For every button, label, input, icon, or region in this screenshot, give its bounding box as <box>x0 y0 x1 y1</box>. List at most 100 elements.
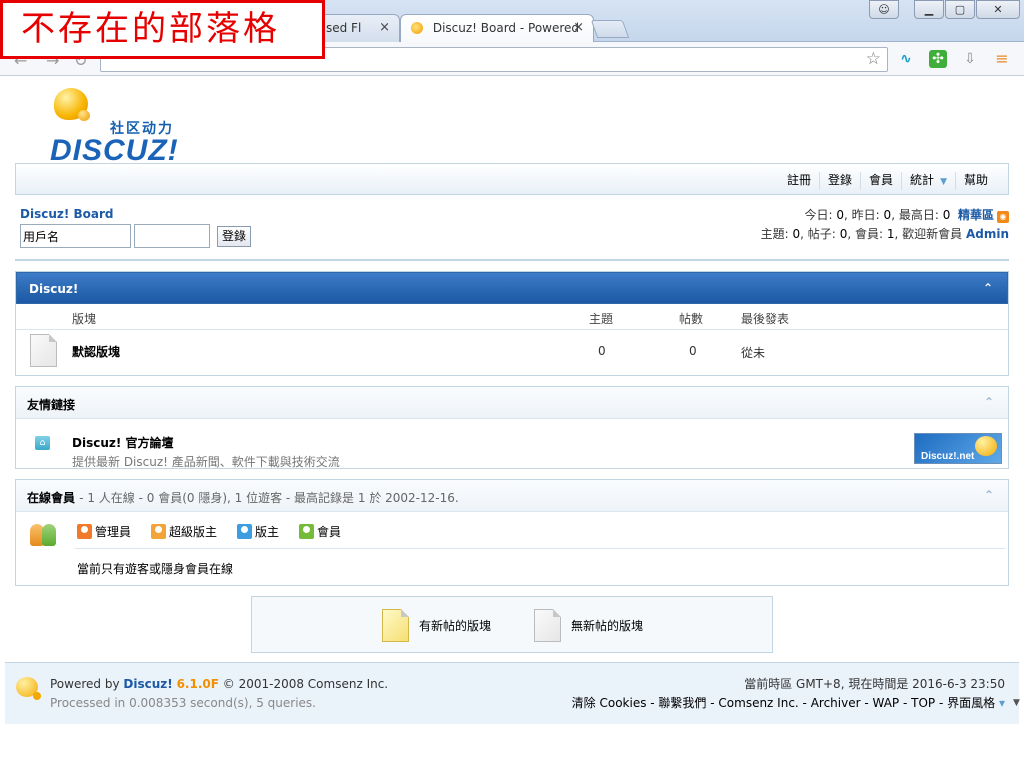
category-header: Discuz! ⌃ <box>16 272 1008 304</box>
discuz-logo[interactable]: 社区动力 DISCUZ! <box>50 86 210 167</box>
partner-badge-text: Discuz!.net <box>921 451 975 462</box>
divider <box>75 548 1005 549</box>
top-link[interactable]: TOP <box>911 696 935 710</box>
col-posts: 帖數 <box>679 312 704 326</box>
forum-category-table: Discuz! ⌃ 版塊 主題 帖數 最後發表 默認版塊 0 0 從未 <box>15 271 1009 376</box>
menu-help[interactable]: 幫助 <box>954 172 996 190</box>
login-button[interactable]: 登錄 <box>217 225 252 247</box>
digest-link[interactable]: 精華區 <box>958 208 994 222</box>
menu-stats[interactable]: 統計 ▼ <box>901 172 955 190</box>
close-icon[interactable]: × <box>573 20 584 35</box>
discuz-favicon-icon <box>411 22 423 34</box>
window-close-icon[interactable]: ✕ <box>976 0 1020 19</box>
legend-label: 管理員 <box>95 525 132 539</box>
menu-members[interactable]: 會員 <box>860 172 901 190</box>
legend-label: 超級版主 <box>169 525 218 539</box>
welcome-label: , 歡迎新會員 <box>894 227 963 241</box>
menu-register[interactable]: 註冊 <box>779 172 819 190</box>
logo-bubble-icon <box>975 436 997 456</box>
new-posts-icon <box>382 609 409 642</box>
forum-topics: 0 <box>598 344 606 358</box>
style-switch-link[interactable]: 界面風格 <box>947 696 995 710</box>
board-stats: 今日: 0, 昨日: 0, 最高日: 0 精華區 ◉ 主題: 0, 帖子: 0, … <box>761 206 1009 244</box>
collapse-icon[interactable]: ⌃ <box>983 281 993 295</box>
chevron-down-icon: ▼ <box>940 177 947 187</box>
new-tab-button[interactable] <box>590 20 630 38</box>
partner-logo-badge[interactable]: Discuz!.net <box>914 433 1002 464</box>
download-icon[interactable]: ⇩ <box>961 50 979 68</box>
rss-icon[interactable]: ◉ <box>997 211 1009 223</box>
no-new-posts-icon <box>30 334 57 367</box>
friend-links-title: 友情鏈接 <box>27 398 76 412</box>
legend-no-new-posts-label: 無新帖的版塊 <box>571 619 644 633</box>
online-message: 當前只有遊客或隱身會員在線 <box>77 562 234 576</box>
online-title[interactable]: 在線會員 <box>27 491 75 505</box>
copyright: © 2001-2008 Comsenz Inc. <box>222 677 389 691</box>
menu-login[interactable]: 登錄 <box>819 172 860 190</box>
browser-tab-active[interactable]: Discuz! Board - Powered × <box>400 14 594 43</box>
stats-line-totals: 主題: 0, 帖子: 0, 會員: 1, 歡迎新會員 Admin <box>761 225 1009 244</box>
forum-link[interactable]: 默認版塊 <box>72 343 120 360</box>
powered-prefix: Powered by <box>50 677 120 691</box>
category-title[interactable]: Discuz! <box>29 282 78 296</box>
home-icon: ⌂ <box>35 436 50 450</box>
today-label: 今日: <box>804 208 833 222</box>
menu-icon[interactable]: ≡ <box>993 50 1011 68</box>
friend-link-description: 提供最新 Discuz! 產品新聞、軟件下載與技術交流 <box>72 455 340 469</box>
window-controls: ☺ ▁ ▢ ✕ <box>868 0 1020 20</box>
overlay-label: 不存在的部落格 <box>0 0 325 59</box>
contact-link[interactable]: 聯繫我們 <box>658 696 706 710</box>
legend-member: 會員 <box>299 523 341 540</box>
wap-link[interactable]: WAP <box>873 696 900 710</box>
processed-info: Processed in 0.008353 second(s), 5 queri… <box>50 696 316 710</box>
legend-admin: 管理員 <box>77 523 131 540</box>
posts-label: , 帖子: <box>800 227 836 241</box>
close-icon[interactable]: × <box>379 20 390 35</box>
chevron-down-icon[interactable]: ▾ <box>999 696 1005 710</box>
scrollbar-down-icon[interactable]: ▼ <box>1009 698 1024 716</box>
legend-moderator: 版主 <box>237 523 279 540</box>
powered-by: Powered by Discuz! 6.1.0F © 2001-2008 Co… <box>50 677 388 691</box>
online-members-section: 在線會員 - 1 人在線 - 0 會員(0 隱身), 1 位遊客 - 最高記錄是… <box>15 479 1009 586</box>
password-input[interactable] <box>134 224 210 248</box>
username-input[interactable] <box>20 224 131 248</box>
col-last-post: 最後發表 <box>741 312 790 326</box>
version-link[interactable]: 6.1.0F <box>177 677 219 691</box>
max-count: 0 <box>942 208 951 222</box>
yesterday-label: , 昨日: <box>844 208 880 222</box>
friend-links-section: 友情鏈接 ⌃ ⌂ Discuz! 官方論壇 提供最新 Discuz! 產品新聞、… <box>15 386 1009 469</box>
member-legend: 管理員 超級版主 版主 會員 <box>77 523 361 540</box>
discuz-brand-link[interactable]: Discuz! <box>123 677 172 691</box>
legend-new-posts: 有新帖的版塊 <box>382 609 491 642</box>
online-header: 在線會員 - 1 人在線 - 0 會員(0 隱身), 1 位遊客 - 最高記錄是… <box>16 480 1008 512</box>
comsenz-link[interactable]: Comsenz Inc. <box>718 696 798 710</box>
login-form: Discuz! Board 登錄 <box>20 207 252 248</box>
archiver-link[interactable]: Archiver <box>811 696 861 710</box>
legend-no-new-posts: 無新帖的版塊 <box>534 609 643 642</box>
newest-member-link[interactable]: Admin <box>966 227 1009 241</box>
maximize-icon[interactable]: ▢ <box>945 0 975 19</box>
bookmark-star-icon[interactable]: ☆ <box>866 49 881 69</box>
legend-label: 會員 <box>317 525 342 539</box>
no-new-posts-icon <box>534 609 561 642</box>
top-menu: 註冊 登錄 會員 統計 ▼ 幫助 <box>779 172 996 190</box>
menu-stats-label: 統計 <box>910 173 935 187</box>
stats-line-today: 今日: 0, 昨日: 0, 最高日: 0 精華區 ◉ <box>761 206 1009 225</box>
login-row: 登錄 <box>20 224 252 248</box>
divider <box>15 259 1009 261</box>
table-row: 默認版塊 0 0 從未 <box>16 330 1008 374</box>
extension-wave-icon[interactable]: ∿ <box>897 50 915 68</box>
minimize-icon[interactable]: ▁ <box>914 0 944 19</box>
legend-label: 版主 <box>255 525 280 539</box>
board-name-link[interactable]: Discuz! Board <box>20 207 251 221</box>
user-icon[interactable]: ☺ <box>869 0 899 19</box>
topics-label: 主題: <box>760 227 789 241</box>
clear-cookies-link[interactable]: 清除 Cookies <box>572 696 647 710</box>
legend-new-posts-label: 有新帖的版塊 <box>419 619 492 633</box>
friend-link[interactable]: Discuz! 官方論壇 <box>72 434 174 451</box>
timezone-info: 當前時區 GMT+8, 現在時間是 2016-6-3 23:50 <box>744 677 1005 691</box>
collapse-icon[interactable]: ⌃ <box>984 395 994 409</box>
collapse-icon[interactable]: ⌃ <box>984 488 994 502</box>
col-topics: 主題 <box>589 312 614 326</box>
extension-green-icon[interactable]: ✣ <box>929 50 947 68</box>
